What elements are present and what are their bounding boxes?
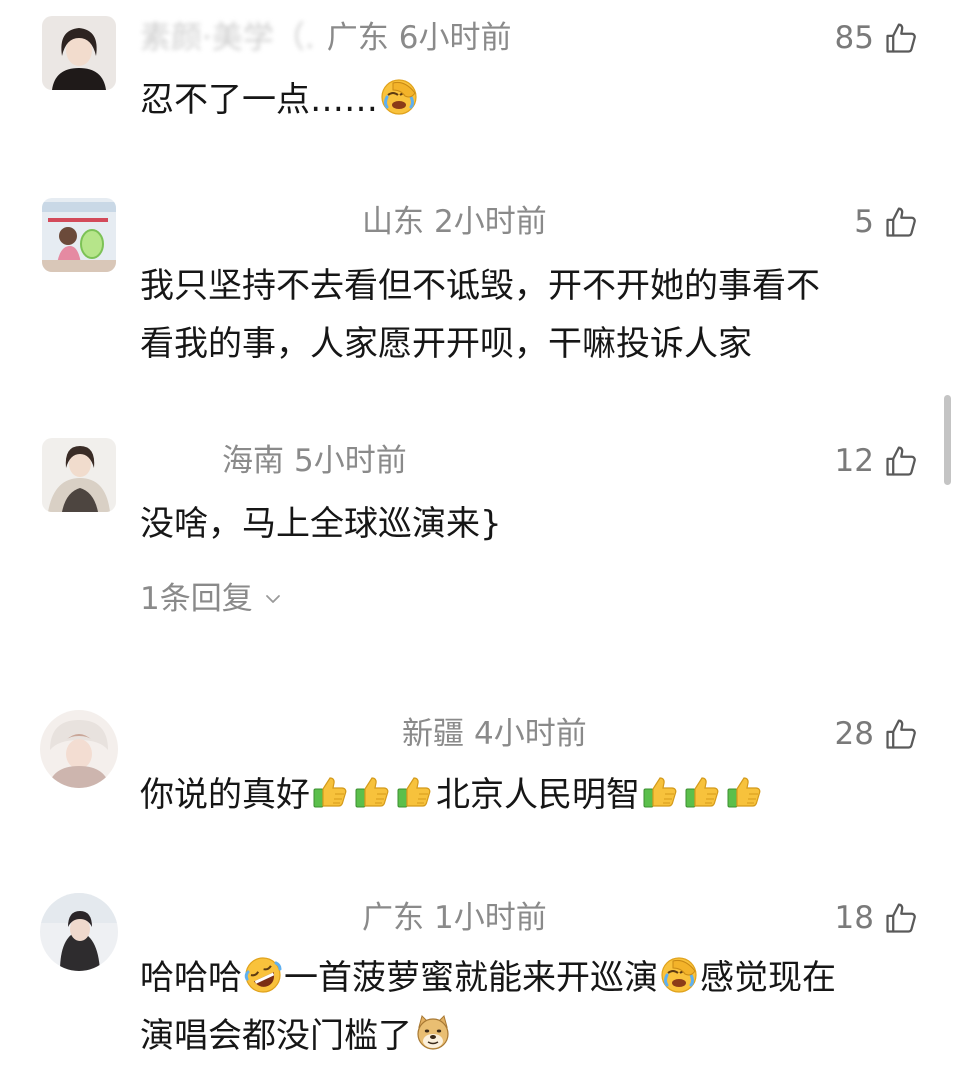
thumbs-up-outline-icon — [884, 21, 918, 55]
like-count: 28 — [834, 716, 874, 752]
comment-meta: 海南 5小时前 — [140, 441, 407, 481]
thumbs-up-emoji — [395, 772, 435, 812]
like-count: 12 — [834, 443, 874, 479]
comment-text-line: 没啥，马上全球巡演来} — [140, 504, 502, 544]
chevron-down-icon — [265, 591, 281, 607]
comment-text: 哈哈哈 一首菠萝蜜就能来开巡演 感觉现在 演唱会都没门槛了 — [140, 949, 920, 1065]
comment-meta: 广东 1小时前 — [140, 898, 547, 938]
like-button[interactable]: 28 — [835, 714, 918, 754]
comment-text: 我只坚持不去看但不诋毁，开不开她的事看不 看我的事，人家愿开开呗，干嘛投诉人家 — [140, 257, 920, 373]
view-replies-link[interactable]: 1条回复 — [140, 579, 281, 619]
comment-text-part: 你说的真好 — [140, 775, 310, 815]
comment-meta: 山东 2小时前 — [140, 202, 547, 242]
facepalm-emoji — [659, 955, 699, 995]
timestamp: 2小时前 — [434, 204, 547, 240]
comment-text-part: 演唱会都没门槛了 — [140, 1016, 412, 1056]
location: 广东 — [362, 900, 424, 936]
comment-text: 没啥，马上全球巡演来} — [140, 495, 920, 553]
like-count: 5 — [854, 204, 874, 240]
thumbs-up-emoji — [311, 772, 351, 812]
thumbs-up-outline-icon — [884, 205, 918, 239]
reply-count-label: 1条回复 — [140, 581, 253, 617]
doge-emoji — [413, 1013, 453, 1053]
timestamp: 4小时前 — [474, 716, 587, 752]
timestamp: 5小时前 — [294, 443, 407, 479]
location: 新疆 — [402, 716, 464, 752]
avatar[interactable] — [42, 198, 116, 272]
scrollbar[interactable] — [944, 395, 951, 485]
timestamp: 1小时前 — [434, 900, 547, 936]
like-count: 18 — [834, 900, 874, 936]
comment-text-line: 忍不了一点…… — [140, 80, 378, 120]
comment-text-line: 我只坚持不去看但不诋毁，开不开她的事看不 — [140, 266, 820, 306]
comment-text: 忍不了一点…… — [140, 71, 920, 129]
thumbs-up-emoji — [725, 772, 765, 812]
facepalm-emoji — [379, 77, 419, 117]
like-button[interactable]: 12 — [835, 441, 918, 481]
avatar[interactable] — [42, 16, 116, 90]
avatar[interactable] — [40, 893, 118, 971]
timestamp: 6小时前 — [398, 20, 512, 56]
comment-meta: 新疆 4小时前 — [140, 714, 587, 754]
comment-text-line: 看我的事，人家愿开开呗，干嘛投诉人家 — [140, 324, 752, 364]
comment-text-part: 感觉现在 — [700, 958, 836, 998]
thumbs-up-emoji — [641, 772, 681, 812]
comment-text-part: 北京人民明智 — [436, 775, 640, 815]
like-count: 85 — [834, 20, 874, 56]
rofl-emoji — [243, 955, 283, 995]
thumbs-up-emoji — [353, 772, 393, 812]
comment-text-part: 一首菠萝蜜就能来开巡演 — [284, 958, 658, 998]
location: 广东 — [326, 20, 389, 56]
comment-meta: 素颜·美学（. 广东 6小时前 — [140, 18, 511, 58]
location: 山东 — [362, 204, 424, 240]
username[interactable]: 素颜·美学（. — [140, 18, 315, 58]
thumbs-up-outline-icon — [884, 717, 918, 751]
thumbs-up-outline-icon — [884, 901, 918, 935]
like-button[interactable]: 18 — [835, 898, 918, 938]
thumbs-up-emoji — [683, 772, 723, 812]
comment-text-part: 哈哈哈 — [140, 958, 242, 998]
avatar[interactable] — [40, 710, 118, 788]
thumbs-up-outline-icon — [884, 444, 918, 478]
avatar[interactable] — [42, 438, 116, 512]
location: 海南 — [222, 443, 284, 479]
like-button[interactable]: 85 — [835, 18, 918, 58]
like-button[interactable]: 5 — [854, 202, 918, 242]
comment-text: 你说的真好 北京人民明智 — [140, 766, 920, 824]
